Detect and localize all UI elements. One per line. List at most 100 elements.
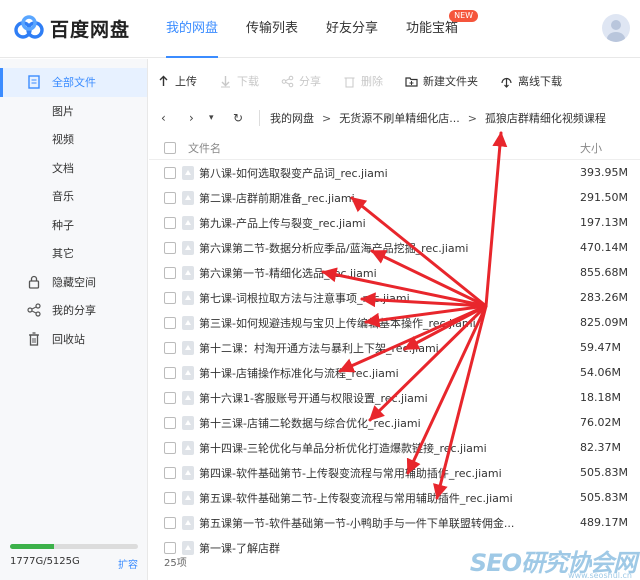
sidebar-item-music[interactable]: 音乐 xyxy=(0,182,147,211)
new-folder-label: 新建文件夹 xyxy=(423,75,478,88)
table-row[interactable]: 第六课第一节-精细化选品_rec.jiami 855.68M xyxy=(149,260,640,285)
new-folder-button[interactable]: 新建文件夹 xyxy=(405,73,478,89)
file-name[interactable]: 第十三课-店铺二轮数据与综合优化_rec.jiami xyxy=(199,415,569,431)
nav-toolbox[interactable]: 功能宝箱 NEW xyxy=(392,0,479,58)
row-checkbox[interactable] xyxy=(164,416,176,429)
sidebar-item-all-files[interactable]: 全部文件 xyxy=(0,68,147,97)
history-dropdown[interactable]: ▾ xyxy=(209,113,229,123)
file-name[interactable]: 第十二课：村淘开通方法与暴利上下架_rec.jiami xyxy=(199,340,569,356)
table-row[interactable]: 第五课第一节-软件基础第一节-小鸭助手与一件下单联盟转佣金... 489.17M xyxy=(149,510,640,535)
table-row[interactable]: 第八课-如何选取裂变产品词_rec.jiami 393.95M xyxy=(149,160,640,185)
download-button[interactable]: 下载 xyxy=(219,73,259,89)
file-size: 291.50M xyxy=(580,191,628,204)
breadcrumb-item-parent[interactable]: 无货源不刷单精细化店... xyxy=(339,110,460,126)
sidebar-item-recycle-bin[interactable]: 回收站 xyxy=(0,325,147,354)
column-header-name[interactable]: 文件名 xyxy=(188,140,221,156)
sidebar-item-images[interactable]: 图片 xyxy=(0,97,147,126)
file-size: 393.95M xyxy=(580,166,628,179)
table-row[interactable]: 第十课-店铺操作标准化与流程_rec.jiami 54.06M xyxy=(149,360,640,385)
sidebar-item-label: 全部文件 xyxy=(52,76,96,90)
row-checkbox[interactable] xyxy=(164,266,176,279)
row-checkbox[interactable] xyxy=(164,491,176,504)
file-name[interactable]: 第二课-店群前期准备_rec.jiami xyxy=(199,190,569,206)
file-icon xyxy=(182,165,194,180)
column-header-size[interactable]: 大小 xyxy=(580,140,602,156)
file-name[interactable]: 第十课-店铺操作标准化与流程_rec.jiami xyxy=(199,365,569,381)
forward-button[interactable]: › xyxy=(189,111,209,125)
row-checkbox[interactable] xyxy=(164,441,176,454)
row-checkbox[interactable] xyxy=(164,316,176,329)
avatar[interactable] xyxy=(602,14,630,42)
nav-transfer-list[interactable]: 传输列表 xyxy=(232,0,312,58)
file-name[interactable]: 第八课-如何选取裂变产品词_rec.jiami xyxy=(199,165,569,181)
row-checkbox[interactable] xyxy=(164,391,176,404)
table-row[interactable]: 第九课-产品上传与裂变_rec.jiami 197.13M xyxy=(149,210,640,235)
table-row[interactable]: 第十二课：村淘开通方法与暴利上下架_rec.jiami 59.47M xyxy=(149,335,640,360)
back-button[interactable]: ‹ xyxy=(161,111,181,125)
select-all-checkbox[interactable] xyxy=(164,141,176,154)
file-name[interactable]: 第五课-软件基础第二节-上传裂变流程与常用辅助插件_rec.jiami xyxy=(199,490,569,506)
row-checkbox[interactable] xyxy=(164,341,176,354)
file-size: 82.37M xyxy=(580,441,621,454)
top-header: 百度网盘 我的网盘 传输列表 好友分享 功能宝箱 NEW xyxy=(0,0,640,58)
file-name[interactable]: 第四课-软件基础第节-上传裂变流程与常用辅助插件_rec.jiami xyxy=(199,465,569,481)
table-row[interactable]: 第六课第二节-数据分析应季品/蓝海产品挖掘_rec.jiami 470.14M xyxy=(149,235,640,260)
file-icon xyxy=(182,540,194,555)
row-checkbox[interactable] xyxy=(164,516,176,529)
file-size: 505.83M xyxy=(580,466,628,479)
row-checkbox[interactable] xyxy=(164,466,176,479)
table-row[interactable]: 第十六课1-客服账号开通与权限设置_rec.jiami 18.18M xyxy=(149,385,640,410)
sidebar-item-documents[interactable]: 文档 xyxy=(0,154,147,183)
file-icon xyxy=(182,440,194,455)
file-icon xyxy=(182,240,194,255)
delete-label: 删除 xyxy=(361,75,383,88)
file-name[interactable]: 第七课-词根拉取方法与注意事项_rec.jiami xyxy=(199,290,569,306)
row-checkbox[interactable] xyxy=(164,191,176,204)
sidebar-item-hidden-space[interactable]: 隐藏空间 xyxy=(0,268,147,297)
refresh-button[interactable]: ↻ xyxy=(233,111,253,125)
file-name[interactable]: 第六课第一节-精细化选品_rec.jiami xyxy=(199,265,569,281)
folder-plus-icon xyxy=(405,76,418,87)
file-name[interactable]: 第六课第二节-数据分析应季品/蓝海产品挖掘_rec.jiami xyxy=(199,240,569,256)
breadcrumb-item-root[interactable]: 我的网盘 xyxy=(270,110,314,126)
row-checkbox[interactable] xyxy=(164,366,176,379)
offline-download-button[interactable]: 离线下载 xyxy=(500,73,562,89)
file-icon xyxy=(182,265,194,280)
app-logo[interactable]: 百度网盘 xyxy=(12,12,130,44)
trash-icon xyxy=(344,77,355,87)
nav-my-disk[interactable]: 我的网盘 xyxy=(152,0,232,58)
user-avatar-icon xyxy=(607,20,625,42)
share-button[interactable]: 分享 xyxy=(281,73,321,89)
file-size: 489.17M xyxy=(580,516,628,529)
table-row[interactable]: 第二课-店群前期准备_rec.jiami 291.50M xyxy=(149,185,640,210)
table-row[interactable]: 第四课-软件基础第节-上传裂变流程与常用辅助插件_rec.jiami 505.83… xyxy=(149,460,640,485)
file-name[interactable]: 第十六课1-客服账号开通与权限设置_rec.jiami xyxy=(199,390,569,406)
sidebar-item-videos[interactable]: 视频 xyxy=(0,125,147,154)
sidebar-item-other[interactable]: 其它 xyxy=(0,239,147,268)
file-name[interactable]: 第三课-如何规避违规与宝贝上传编辑基本操作_rec.jiami xyxy=(199,315,569,331)
table-row[interactable]: 第十四课-三轮优化与单品分析优化打造爆款链接_rec.jiami 82.37M xyxy=(149,435,640,460)
offline-download-icon xyxy=(501,77,512,88)
expand-storage-link[interactable]: 扩容 xyxy=(118,556,138,571)
delete-button[interactable]: 删除 xyxy=(343,73,383,89)
table-row[interactable]: 第五课-软件基础第二节-上传裂变流程与常用辅助插件_rec.jiami 505.8… xyxy=(149,485,640,510)
file-name[interactable]: 第五课第一节-软件基础第一节-小鸭助手与一件下单联盟转佣金... xyxy=(199,515,569,531)
row-checkbox[interactable] xyxy=(164,166,176,179)
row-checkbox[interactable] xyxy=(164,541,176,554)
upload-button[interactable]: 上传 xyxy=(157,73,197,89)
watermark: SEO研究协会网 www.seoshul.cn xyxy=(470,543,637,580)
file-name[interactable]: 第十四课-三轮优化与单品分析优化打造爆款链接_rec.jiami xyxy=(199,440,569,456)
nav-label: 功能宝箱 xyxy=(406,21,459,36)
upload-label: 上传 xyxy=(175,75,197,88)
row-checkbox[interactable] xyxy=(164,216,176,229)
sidebar-item-my-share[interactable]: 我的分享 xyxy=(0,296,147,325)
table-row[interactable]: 第三课-如何规避违规与宝贝上传编辑基本操作_rec.jiami 825.09M xyxy=(149,310,640,335)
table-row[interactable]: 第十三课-店铺二轮数据与综合优化_rec.jiami 76.02M xyxy=(149,410,640,435)
table-row[interactable]: 第七课-词根拉取方法与注意事项_rec.jiami 283.26M xyxy=(149,285,640,310)
nav-friend-share[interactable]: 好友分享 xyxy=(312,0,392,58)
row-checkbox[interactable] xyxy=(164,241,176,254)
file-name[interactable]: 第九课-产品上传与裂变_rec.jiami xyxy=(199,215,569,231)
file-icon xyxy=(182,390,194,405)
row-checkbox[interactable] xyxy=(164,291,176,304)
sidebar-item-torrents[interactable]: 种子 xyxy=(0,211,147,240)
